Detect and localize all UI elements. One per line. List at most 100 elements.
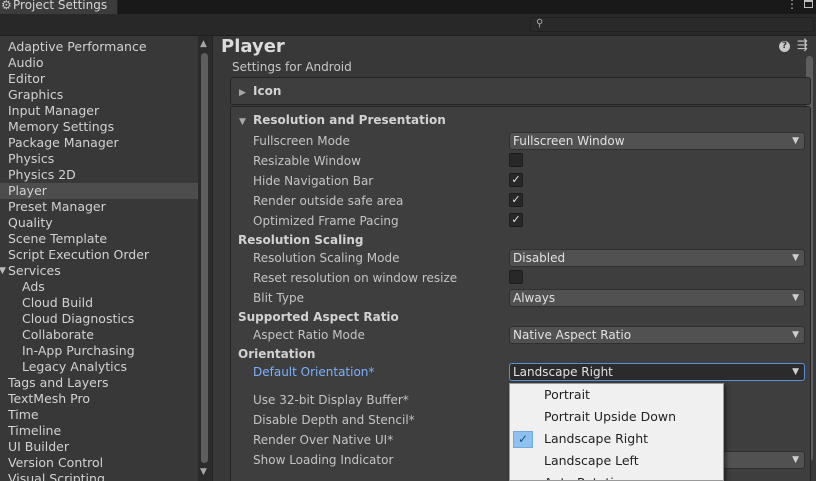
sidebar-item[interactable]: TextMesh Pro <box>0 391 198 407</box>
menu-item-label: Auto Rotation <box>544 472 629 480</box>
render-over-native-ui-label: Render Over Native UI* <box>253 433 394 447</box>
platform-subtitle: Settings for Android <box>232 60 352 74</box>
scroll-down-icon[interactable]: ▼ <box>200 466 207 478</box>
more-options-icon[interactable]: ⋮ <box>786 0 798 11</box>
sidebar-item-label: Visual Scripting <box>8 471 105 481</box>
help-icon[interactable]: ? <box>779 41 790 52</box>
sidebar-item-label: Graphics <box>8 87 64 102</box>
title-bar: ⚙ Project Settings ⋮ <box>0 0 816 14</box>
checkmark-icon: ✓ <box>513 431 533 448</box>
sidebar-item[interactable]: Cloud Diagnostics <box>0 311 198 327</box>
sidebar-item-label: Cloud Diagnostics <box>22 311 135 326</box>
sidebar-item-label: Time <box>8 407 39 422</box>
sidebar-item-label: Adaptive Performance <box>8 39 147 54</box>
render-outside-safe-area-checkbox[interactable]: ✓ <box>509 193 523 207</box>
fullscreen-mode-value: Fullscreen Window <box>513 134 625 148</box>
optimized-frame-pacing-label: Optimized Frame Pacing <box>253 214 399 228</box>
search-toolbar: ⚲ <box>0 14 816 36</box>
sidebar-item[interactable]: Editor <box>0 71 198 87</box>
default-orientation-dropdown[interactable]: Landscape Right ▼ <box>509 363 805 381</box>
hide-navigation-bar-checkbox[interactable]: ✓ <box>509 173 523 187</box>
sidebar-item-label: TextMesh Pro <box>8 391 90 406</box>
reset-resolution-checkbox[interactable] <box>509 270 523 284</box>
menu-item[interactable]: ✓ Landscape Right <box>510 428 723 450</box>
search-icon: ⚲ <box>536 18 544 29</box>
sidebar-item-label: Package Manager <box>8 135 119 150</box>
sidebar-item[interactable]: In-App Purchasing <box>0 343 198 359</box>
search-input[interactable]: ⚲ <box>530 17 814 32</box>
optimized-frame-pacing-checkbox[interactable]: ✓ <box>509 213 523 227</box>
settings-sidebar: Adaptive Performance Audio Editor Graphics I… <box>0 36 198 481</box>
orientation-popup-menu: Portrait Portrait Upside Down ✓ Landscape R… <box>509 383 724 481</box>
sidebar-item-label: Memory Settings <box>8 119 115 134</box>
sidebar-item-label: Cloud Build <box>22 295 94 310</box>
sidebar-item[interactable]: Quality <box>0 215 198 231</box>
sidebar-item-label: Physics <box>8 151 55 166</box>
sidebar-item-label: Legacy Analytics <box>22 359 128 374</box>
chevron-down-icon: ▼ <box>792 455 799 465</box>
sidebar-item[interactable]: Collaborate <box>0 327 198 343</box>
sidebar-item[interactable]: Scene Template <box>0 231 198 247</box>
sidebar-item[interactable]: Player <box>0 183 198 199</box>
aspect-ratio-mode-dropdown[interactable]: Native Aspect Ratio ▼ <box>509 326 805 344</box>
hide-navigation-bar-label: Hide Navigation Bar <box>253 174 374 188</box>
sidebar-item[interactable]: Graphics <box>0 87 198 103</box>
icon-foldout[interactable]: ▶ Icon <box>230 77 811 105</box>
sidebar-item[interactable]: Preset Manager <box>0 199 198 215</box>
sidebar-scroll-thumb[interactable] <box>201 53 208 463</box>
sidebar-item[interactable]: Input Manager <box>0 103 198 119</box>
sidebar-item[interactable]: Legacy Analytics <box>0 359 198 375</box>
supported-aspect-ratio-header: Supported Aspect Ratio <box>238 310 399 324</box>
resolution-foldout-header[interactable]: ▼ Resolution and Presentation <box>239 112 446 130</box>
fullscreen-mode-dropdown[interactable]: Fullscreen Window ▼ <box>509 132 805 150</box>
disable-depth-and-stencil-label: Disable Depth and Stencil* <box>253 413 415 427</box>
menu-item-label: Portrait Upside Down <box>544 409 677 424</box>
gear-icon: ⚙ <box>1 0 12 12</box>
blit-type-dropdown[interactable]: Always ▼ <box>509 289 805 307</box>
menu-item[interactable]: Auto Rotation <box>510 472 723 480</box>
sidebar-item[interactable]: Version Control <box>0 455 198 471</box>
sidebar-item[interactable]: Script Execution Order <box>0 247 198 263</box>
sidebar-item-label: Services <box>8 263 61 278</box>
sidebar-item[interactable]: Cloud Build <box>0 295 198 311</box>
orientation-header: Orientation <box>238 347 316 361</box>
resolution-scaling-mode-value: Disabled <box>513 251 566 265</box>
chevron-down-icon: ▼ <box>792 293 799 303</box>
resizable-window-label: Resizable Window <box>253 154 361 168</box>
sidebar-item[interactable]: Package Manager <box>0 135 198 151</box>
menu-item[interactable]: Portrait <box>510 384 723 406</box>
sidebar-item-label: Collaborate <box>22 327 94 342</box>
sidebar-item[interactable]: UI Builder <box>0 439 198 455</box>
menu-item[interactable]: Portrait Upside Down <box>510 406 723 428</box>
sidebar-item[interactable]: Timeline <box>0 423 198 439</box>
chevron-down-icon: ▼ <box>792 253 799 263</box>
sidebar-item[interactable]: Adaptive Performance <box>0 39 198 55</box>
page-title: Player <box>221 36 285 57</box>
sidebar-item-label: Preset Manager <box>8 199 106 214</box>
sidebar-item[interactable]: Physics <box>0 151 198 167</box>
sidebar-item-label: In-App Purchasing <box>22 343 135 358</box>
render-outside-safe-area-label: Render outside safe area <box>253 194 404 208</box>
sidebar-item[interactable]: Audio <box>0 55 198 71</box>
resizable-window-checkbox[interactable] <box>509 153 523 167</box>
sidebar-item[interactable]: Visual Scripting <box>0 471 198 481</box>
sidebar-item-label: UI Builder <box>8 439 70 454</box>
aspect-ratio-mode-label: Aspect Ratio Mode <box>253 328 365 342</box>
menu-item-label: Landscape Left <box>544 453 639 468</box>
sidebar-item[interactable]: Ads <box>0 279 198 295</box>
project-settings-tab[interactable]: ⚙ Project Settings <box>0 0 118 14</box>
sidebar-item[interactable]: Memory Settings <box>0 119 198 135</box>
maximize-icon[interactable] <box>804 0 813 8</box>
sidebar-item-label: Timeline <box>8 423 62 438</box>
foldout-open-icon[interactable]: ▼ <box>0 263 6 279</box>
sidebar-item[interactable]: ▼ Services <box>0 263 198 279</box>
sidebar-item-label: Input Manager <box>8 103 100 118</box>
menu-item[interactable]: Landscape Left <box>510 450 723 472</box>
sidebar-item[interactable]: Tags and Layers <box>0 375 198 391</box>
sidebar-item[interactable]: Time <box>0 407 198 423</box>
scroll-up-icon[interactable]: ▲ <box>200 38 207 50</box>
sidebar-item[interactable]: Physics 2D <box>0 167 198 183</box>
resolution-scaling-mode-label: Resolution Scaling Mode <box>253 251 400 265</box>
resolution-scaling-mode-dropdown[interactable]: Disabled ▼ <box>509 249 805 267</box>
sidebar-scrollbar[interactable]: ▲ ▼ <box>198 36 212 481</box>
